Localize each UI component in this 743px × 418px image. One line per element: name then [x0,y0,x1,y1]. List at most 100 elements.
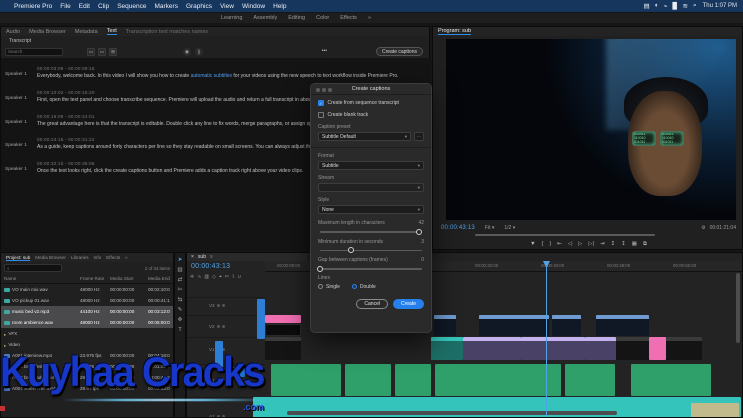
video-clip[interactable] [616,337,649,360]
column-header[interactable]: Name [4,276,80,281]
track-header-v2[interactable]: V2 [187,315,265,336]
playback-resolution-select[interactable]: 1/2 ▾ [504,225,515,231]
tab-media-browser[interactable]: Media Browser [29,29,66,35]
panel-menu-icon[interactable]: ≡ [210,254,213,260]
close-icon[interactable]: × [191,254,194,260]
video-clip[interactable] [463,337,521,360]
track-toggle[interactable] [222,304,225,307]
window-controls[interactable] [316,88,332,92]
audio-clip[interactable] [345,364,391,396]
workspace-tab-more[interactable]: » [368,15,371,21]
video-clip[interactable] [521,337,585,360]
project-tab-0[interactable]: Project: sub [6,255,30,261]
slider-track[interactable] [320,250,422,252]
menu-item-file[interactable]: File [60,3,70,10]
comparison-view-icon[interactable]: ⧉ [643,241,647,248]
tab-program-monitor[interactable]: Program: sub [438,28,471,35]
tab-metadata[interactable]: Metadata [75,29,98,35]
project-tab-4[interactable]: Effects [106,255,120,260]
graphic-clip[interactable] [265,315,301,323]
radio-single[interactable]: Single [318,284,340,290]
timeline-tool-icon[interactable]: ✛ [190,274,194,280]
project-row[interactable]: VO main mix.wav48000 Hz00:00:00:0000:02:… [1,284,173,295]
video-clip[interactable] [265,337,301,360]
radio-dot[interactable] [352,284,357,289]
track-target-bar[interactable] [257,299,265,339]
speaker-label[interactable]: Speaker 1 [5,161,37,176]
slider-handle[interactable] [317,266,323,272]
preset-menu-button[interactable]: ··· [414,132,424,141]
slip-tool[interactable]: ⇆ [178,297,183,303]
menu-status-icon[interactable]: ◐ [655,2,659,10]
menu-status-icon[interactable]: ≋ [683,2,688,10]
workspace-tab-editing[interactable]: Editing [288,15,305,21]
project-row[interactable]: ▸ Video [1,339,173,350]
video-clip[interactable] [431,337,463,360]
video-clip[interactable] [596,315,649,336]
speaker-label[interactable]: Speaker 1 [5,114,37,129]
razor-tool[interactable]: ✄ [178,287,183,293]
speaker-label[interactable]: Speaker 1 [5,66,37,81]
menu-status-icon[interactable]: ⌁ [664,2,668,10]
audio-clip[interactable] [271,364,341,396]
playhead-line[interactable] [546,261,547,416]
workspace-tab-learning[interactable]: Learning [221,15,242,21]
create-captions-button[interactable]: Create captions [376,47,423,56]
source-patch-bar[interactable] [215,341,223,367]
step-forward-icon[interactable]: ▷| [588,241,594,247]
toolbar-icon[interactable]: ❙ [195,48,203,56]
filter-button[interactable]: ⊞ [109,48,117,56]
timeline-vertical-scrollbar[interactable] [736,273,740,343]
audio-clip[interactable] [631,364,711,396]
track-header-v1[interactable]: V1 [187,337,265,360]
export-frame-icon[interactable]: ▦ [632,241,637,247]
track-button[interactable] [229,367,245,377]
speaker-label[interactable]: Speaker 1 [5,137,37,152]
video-clip[interactable] [552,315,581,336]
slider-track[interactable] [320,268,422,270]
menu-item-help[interactable]: Help [273,3,286,10]
menu-status-icon[interactable]: ⌕ [693,2,697,10]
project-search-input[interactable]: ⌕ [4,264,62,272]
project-tab-3[interactable]: Info [94,255,102,260]
track-header-a1[interactable]: A1 [187,364,265,396]
track-toggle[interactable] [217,325,220,328]
slider-track[interactable] [320,231,422,233]
overflow-tab[interactable]: » [125,255,128,260]
format-select[interactable]: Subtitle▾ [318,161,424,170]
menu-item-window[interactable]: Window [242,3,265,10]
panel-menu-icon[interactable]: ••• [322,48,327,54]
filter-button[interactable]: ▭ [98,48,106,56]
column-header[interactable]: Frame Rate [80,276,110,281]
style-select[interactable]: None▾ [318,205,424,214]
menu-item-graphics[interactable]: Graphics [186,3,212,10]
filter-button[interactable]: ▭ [87,48,95,56]
timeline-tool-icon[interactable]: ▥ [204,274,209,280]
timeline-timecode[interactable]: 00:00:43:13 [191,263,230,270]
workspace-tab-color[interactable]: Color [316,15,329,21]
caption-preset-select[interactable]: Subtitle Default▾ [318,132,411,141]
slider-handle[interactable] [416,229,422,235]
timeline-tool-icon[interactable]: ✄ [225,274,229,280]
transcript-search-input[interactable]: Search [5,48,63,56]
project-row[interactable]: A003 broll code.mp429.97 fps00:00:00:000… [1,372,173,383]
project-row[interactable]: ▸ VFX [1,328,173,339]
video-clip[interactable] [585,337,616,360]
audio-clip[interactable] [435,364,561,396]
menu-item-edit[interactable]: Edit [79,3,90,10]
project-tab-1[interactable]: Media Browser [35,255,66,260]
transcript-subtab[interactable]: Transcript [1,36,429,45]
workspace-tab-effects[interactable]: Effects [340,15,357,21]
project-row-list[interactable]: VO main mix.wav48000 Hz00:00:00:0000:02:… [1,284,173,394]
create-button[interactable]: Create [393,299,424,309]
go-to-out-icon[interactable]: ⇥ [600,241,605,247]
step-back-icon[interactable]: ◁ [568,241,572,247]
menu-status-icon[interactable]: ▤ [644,2,650,10]
project-row[interactable]: A001 interview.mp423.976 fps00:00:00:000… [1,350,173,361]
radio-double[interactable]: Double [352,284,376,290]
cancel-button[interactable]: Cancel [356,299,388,309]
track-header-v3[interactable]: V3 [187,297,265,313]
project-row[interactable]: A002 broll desk.mp423.976 fps00:00:00:00… [1,361,173,372]
audio-clip[interactable] [565,364,615,396]
timeline-horizontal-scrollbar[interactable] [287,411,617,415]
